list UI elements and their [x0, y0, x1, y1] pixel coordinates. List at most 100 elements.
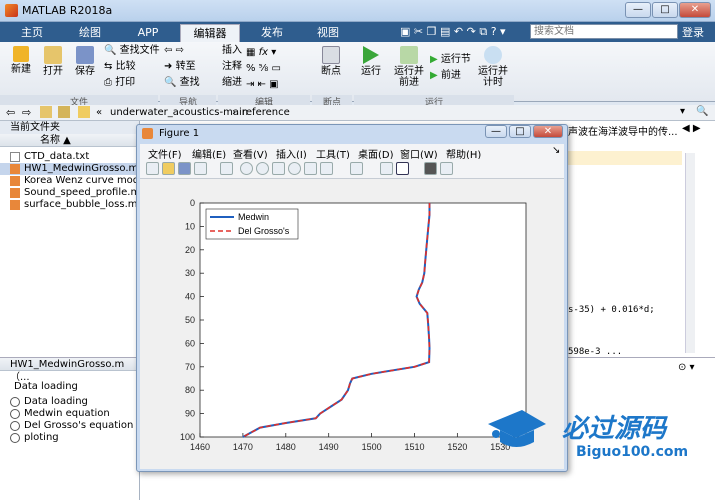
list-item[interactable]: Del Grosso's equation — [0, 420, 140, 432]
legend-icon[interactable] — [396, 162, 409, 175]
nav-back-icon[interactable]: ⇦ ⇨ — [164, 45, 184, 57]
figure-close-button[interactable]: ✕ — [533, 125, 563, 138]
hide-tools-icon[interactable] — [424, 162, 437, 175]
run-button[interactable]: 运行 — [356, 46, 386, 77]
m-file-icon — [10, 164, 20, 174]
data-cursor-icon[interactable] — [304, 162, 317, 175]
goto-button[interactable]: ➜ 转至 — [164, 61, 196, 73]
address-segment[interactable]: reference — [242, 107, 290, 118]
details-title: HW1_MedwinGrosso.m （... — [0, 358, 140, 383]
edit-tool-icons[interactable]: ▦ fx ▾% ⅝ ▭ ⇥ ⇤ ▣ — [246, 45, 306, 93]
run-and-advance-button[interactable]: 运行并 前进 — [392, 46, 426, 88]
address-dropdown-icon[interactable]: ▾ — [680, 106, 685, 117]
open-figure-icon[interactable] — [162, 162, 175, 175]
rotate-3d-icon[interactable] — [288, 162, 301, 175]
zoom-in-icon[interactable] — [240, 162, 253, 175]
maximize-button[interactable]: □ — [652, 2, 678, 18]
tab-plots[interactable]: 绘图 — [64, 24, 116, 42]
breakpoints-button[interactable]: 断点 — [316, 46, 346, 77]
open-button[interactable]: 打开 — [38, 46, 68, 77]
section-name: Medwin equation — [24, 408, 110, 419]
minimize-button[interactable]: — — [625, 2, 651, 18]
find-label: 查找 — [179, 77, 200, 88]
comment-button[interactable]: 注释 — [222, 61, 242, 73]
browse-folder-icon[interactable] — [58, 106, 70, 118]
advance-button[interactable]: ▶ 前进 — [430, 70, 461, 82]
find-files-label: 查找文件 — [119, 45, 160, 56]
pointer-icon[interactable] — [220, 162, 233, 175]
paste-quick-icon[interactable]: ▤ — [440, 25, 450, 38]
list-item[interactable]: CTD_data.txt — [0, 151, 139, 163]
tab-apps[interactable]: APP — [122, 24, 174, 42]
new-label: 新建 — [11, 64, 31, 75]
tab-home[interactable]: 主页 — [8, 24, 56, 42]
x-tick-label: 1500 — [362, 442, 382, 452]
list-item[interactable]: Data loading — [0, 396, 140, 408]
search-documentation-input[interactable]: 搜索文档 — [530, 24, 678, 39]
compare-button[interactable]: ⇆ 比较 — [104, 61, 136, 73]
forward-arrow-icon[interactable]: ⇨ — [22, 106, 31, 119]
new-figure-icon[interactable] — [146, 162, 159, 175]
close-button[interactable]: ✕ — [679, 2, 711, 18]
breakpoints-icon — [322, 46, 340, 64]
name-column-header[interactable]: 名称 ▲ — [0, 134, 139, 147]
colorbar-icon[interactable] — [380, 162, 393, 175]
list-item[interactable]: Korea Wenz curve mod — [0, 175, 139, 187]
y-tick-label: 20 — [185, 245, 195, 255]
advance-label: 前进 — [440, 70, 461, 81]
list-item[interactable]: ploting — [0, 432, 140, 444]
list-item[interactable]: Sound_speed_profile.m — [0, 187, 140, 199]
list-item[interactable]: surface_bubble_loss.m — [0, 199, 139, 211]
editor-tab-arrows[interactable]: ◀ ▶ — [682, 123, 701, 134]
figure-maximize-button[interactable]: □ — [509, 125, 531, 138]
save-quick-icon[interactable]: ▣ — [400, 25, 410, 38]
quick-access-dropdown-icon[interactable]: ▾ — [500, 25, 506, 38]
new-button[interactable]: 新建 — [6, 46, 36, 75]
save-figure-icon[interactable] — [178, 162, 191, 175]
address-folder-icon — [78, 106, 90, 118]
address-collapse[interactable]: « — [96, 107, 102, 118]
undo-icon[interactable]: ↶ — [454, 25, 463, 38]
switch-windows-icon[interactable]: ⧉ — [479, 25, 487, 38]
copy-quick-icon[interactable]: ❐ — [427, 25, 437, 38]
address-search-icon[interactable]: 🔍 — [696, 106, 708, 117]
find-files-button[interactable]: 🔍 查找文件 — [104, 45, 160, 57]
section-icon — [10, 433, 20, 443]
tab-editor[interactable]: 编辑器 — [180, 24, 240, 42]
menubar-undock-icon[interactable]: ↘ — [552, 145, 560, 156]
indent-button[interactable]: 缩进 — [222, 77, 242, 89]
zoom-out-icon[interactable] — [256, 162, 269, 175]
section-name: Data loading — [24, 396, 88, 407]
save-button[interactable]: 保存 — [70, 46, 100, 77]
print-figure-icon[interactable] — [194, 162, 207, 175]
run-icon — [363, 46, 379, 64]
login-link[interactable]: 登录 — [682, 24, 704, 40]
editor-scrollbar[interactable] — [685, 153, 695, 353]
up-folder-icon[interactable] — [40, 106, 52, 118]
current-folder-title: 当前文件夹 — [0, 121, 139, 134]
run-section-button[interactable]: ▶ 运行节 — [430, 54, 471, 66]
print-button[interactable]: ⎙ 打印 — [104, 77, 135, 89]
tab-publish[interactable]: 发布 — [246, 24, 298, 42]
redo-icon[interactable]: ↷ — [467, 25, 476, 38]
list-item[interactable]: Medwin equation — [0, 408, 140, 420]
pan-icon[interactable] — [272, 162, 285, 175]
brush-icon[interactable] — [320, 162, 333, 175]
address-segment[interactable]: underwater_acoustics-main — [110, 107, 248, 118]
show-tools-icon[interactable] — [440, 162, 453, 175]
help-icon[interactable]: ? — [491, 25, 497, 38]
link-plot-icon[interactable] — [350, 162, 363, 175]
list-item[interactable]: HW1_MedwinGrosso.m — [0, 163, 139, 175]
editor-tab[interactable]: 声波在海洋波导中的传... — [568, 123, 678, 138]
command-window-controls[interactable]: ⊙ ▾ — [678, 362, 695, 373]
run-and-time-button[interactable]: 运行并 计时 — [476, 46, 510, 88]
legend-label-medwin: Medwin — [238, 212, 269, 222]
back-arrow-icon[interactable]: ⇦ — [6, 106, 15, 119]
tab-view[interactable]: 视图 — [302, 24, 354, 42]
insert-button[interactable]: 插入 — [222, 45, 242, 57]
cut-quick-icon[interactable]: ✂ — [414, 25, 423, 38]
new-file-icon — [13, 46, 29, 62]
find-files-icon: 🔍 — [104, 45, 117, 56]
find-button[interactable]: 🔍 查找 — [164, 77, 200, 89]
figure-minimize-button[interactable]: — — [485, 125, 507, 138]
